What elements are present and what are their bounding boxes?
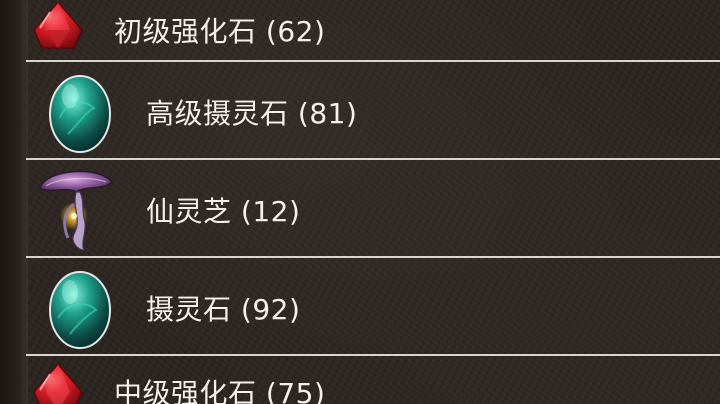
inventory-screen: 初级强化石 (62) 高级摄灵石 (81) 仙灵芝 (12) 摄灵石 (92) … xyxy=(0,0,720,404)
item-label: 仙灵芝 (12) xyxy=(146,195,301,228)
inventory-item-row[interactable]: 中级强化石 (75) xyxy=(26,356,720,404)
inventory-list: 初级强化石 (62) 高级摄灵石 (81) 仙灵芝 (12) 摄灵石 (92) … xyxy=(26,0,720,404)
inventory-item-row[interactable]: 仙灵芝 (12) xyxy=(26,160,720,256)
inventory-item-row[interactable]: 高级摄灵石 (81) xyxy=(26,62,720,158)
panel-left-border xyxy=(0,0,28,404)
inventory-item-row[interactable]: 初级强化石 (62) xyxy=(26,0,720,60)
item-label: 摄灵石 (92) xyxy=(146,293,301,326)
item-label: 高级摄灵石 (81) xyxy=(146,97,358,130)
item-label: 初级强化石 (62) xyxy=(114,15,326,48)
red-gem-icon xyxy=(33,362,83,404)
item-label: 中级强化石 (75) xyxy=(114,377,326,404)
teal-egg-stone-icon xyxy=(49,75,111,153)
purple-mushroom-icon xyxy=(39,170,113,251)
red-gem-icon xyxy=(33,0,83,49)
teal-egg-stone-icon xyxy=(49,271,111,349)
inventory-item-row[interactable]: 摄灵石 (92) xyxy=(26,258,720,354)
